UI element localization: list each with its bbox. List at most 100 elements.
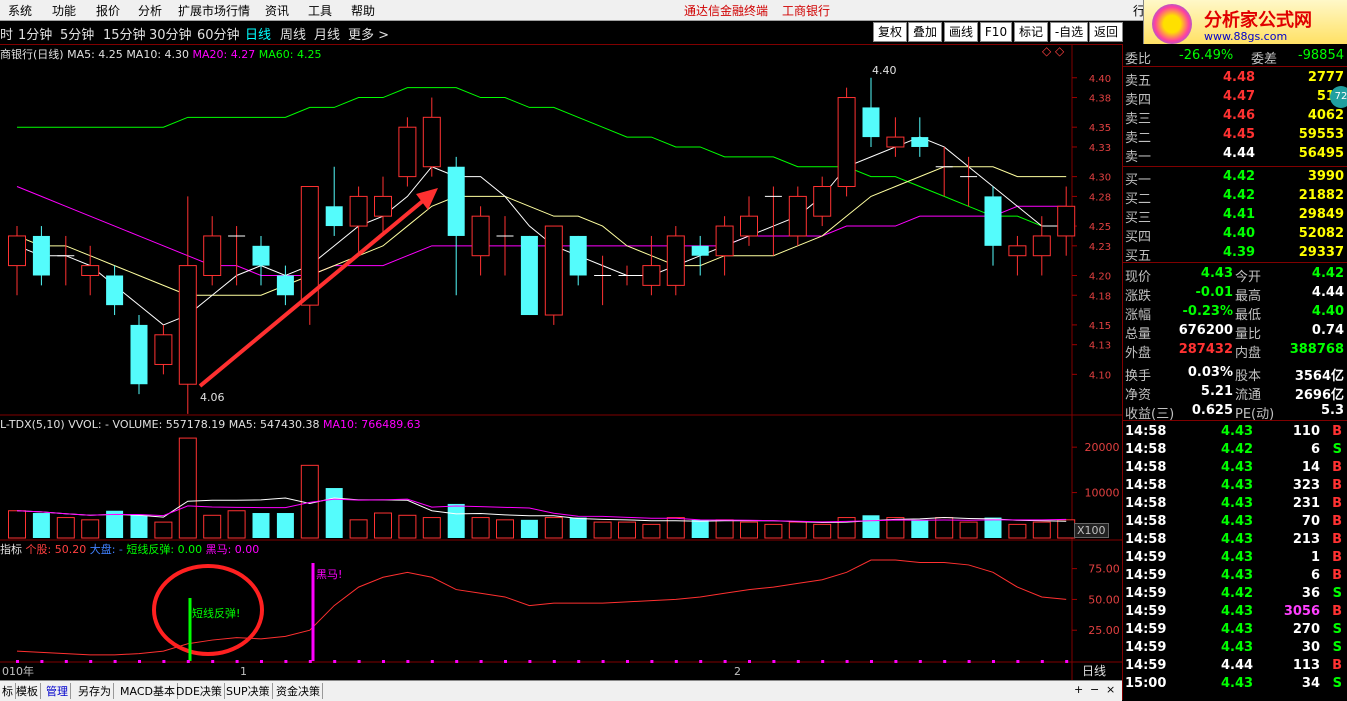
app-banner: 通达信金融终端	[684, 4, 769, 18]
indicator-title: 指标	[0, 543, 22, 556]
date-tick	[1016, 660, 1020, 663]
tick-volume: 70	[1301, 514, 1320, 529]
sell-row[interactable]: 卖三 4.46 4062	[1123, 108, 1347, 127]
buy-row[interactable]: 买四 4.40 52082	[1123, 226, 1347, 245]
tick-row[interactable]: 14:58 4.43 14 B	[1123, 460, 1347, 478]
menu-quote[interactable]: 报价	[96, 2, 120, 19]
period-1min[interactable]: 1分钟	[18, 24, 52, 43]
logo-star-icon	[1152, 4, 1192, 44]
tick-row[interactable]: 14:59 4.44 113 B	[1123, 658, 1347, 676]
volume-bar-up	[398, 514, 417, 539]
tick-time: 14:58	[1125, 424, 1167, 439]
candle-body-up	[471, 215, 490, 257]
menu-analysis[interactable]: 分析	[138, 2, 162, 19]
tab-save-as[interactable]: 另存为	[76, 683, 114, 699]
period-60min[interactable]: 60分钟	[197, 24, 240, 43]
chart-options-icon[interactable]: ◇ ◇	[1042, 44, 1064, 58]
stat-row[interactable]: 涨跌 -0.01 最高 4.44	[1123, 285, 1347, 304]
tab-dde[interactable]: DDE决策	[174, 683, 225, 699]
menu-tools[interactable]: 工具	[308, 2, 332, 19]
tick-time: 14:58	[1125, 532, 1167, 547]
back-button[interactable]: 返回	[1089, 22, 1123, 42]
menu-news[interactable]: 资讯	[265, 2, 289, 19]
volume-value: VOLUME: 557178.19	[112, 418, 226, 431]
tick-row[interactable]: 14:59 4.43 3056 B	[1123, 604, 1347, 622]
buy-row[interactable]: 买一 4.42 3990	[1123, 169, 1347, 188]
tick-row[interactable]: 14:58 4.43 231 B	[1123, 496, 1347, 514]
sell-row[interactable]: 卖一 4.44 56495	[1123, 146, 1347, 165]
add-tab-icon[interactable]: +	[1072, 683, 1085, 696]
stat-row[interactable]: 收益(三) 0.625 PE(动) 5.3	[1123, 403, 1347, 422]
adjust-button[interactable]: 复权	[873, 22, 907, 42]
stat-value: 4.43	[1200, 266, 1233, 281]
tick-row[interactable]: 14:58 4.42 6 S	[1123, 442, 1347, 460]
tab-sup[interactable]: SUP决策	[224, 683, 273, 699]
sell-row[interactable]: 卖二 4.45 59553	[1123, 127, 1347, 146]
period-daily[interactable]: 日线	[245, 24, 271, 43]
zoom-out-icon[interactable]: −	[1088, 683, 1101, 696]
price-tick-label: 4.30	[1089, 173, 1111, 184]
buy-row[interactable]: 买五 4.39 29337	[1123, 245, 1347, 264]
tick-row[interactable]: 14:59 4.43 1 B	[1123, 550, 1347, 568]
watchlist-button[interactable]: -自选	[1050, 22, 1088, 42]
tab-fund[interactable]: 资金决策	[274, 683, 323, 699]
sell-row[interactable]: 卖五 4.48 2777	[1123, 70, 1347, 89]
period-15min[interactable]: 15分钟	[103, 24, 146, 43]
tick-row[interactable]: 14:58 4.43 70 B	[1123, 514, 1347, 532]
period-weekly[interactable]: 周线	[280, 24, 306, 43]
tick-volume: 30	[1301, 640, 1320, 655]
tab-template[interactable]: 模板	[14, 683, 41, 699]
date-tick	[723, 660, 727, 663]
buy-row[interactable]: 买二 4.42 21882	[1123, 188, 1347, 207]
stat-row[interactable]: 净资 5.21 流通 2696亿	[1123, 384, 1347, 403]
tick-row[interactable]: 14:58 4.43 323 B	[1123, 478, 1347, 496]
tick-time: 14:59	[1125, 568, 1167, 583]
trend-arrow-head	[416, 188, 438, 210]
menu-help[interactable]: 帮助	[351, 2, 375, 19]
f10-button[interactable]: F10	[980, 22, 1012, 42]
panel-badge[interactable]: 72	[1330, 86, 1347, 108]
menu-system[interactable]: 系统	[8, 2, 32, 19]
stat-row[interactable]: 涨幅 -0.23% 最低 4.40	[1123, 304, 1347, 323]
tick-row[interactable]: 14:58 4.43 213 B	[1123, 532, 1347, 550]
tick-row[interactable]: 14:58 4.43 110 B	[1123, 424, 1347, 442]
tick-row[interactable]: 14:59 4.42 36 S	[1123, 586, 1347, 604]
menu-extended-market[interactable]: 扩展市场行情	[178, 2, 250, 19]
buy-row[interactable]: 买三 4.41 29849	[1123, 207, 1347, 226]
close-tab-icon[interactable]: ×	[1104, 683, 1117, 696]
sell-level-label: 卖五	[1125, 74, 1152, 89]
candle-body-up	[178, 265, 197, 385]
period-30min[interactable]: 30分钟	[149, 24, 192, 43]
tab-manage[interactable]: 管理	[44, 683, 71, 699]
date-tick	[528, 660, 532, 663]
ma10-legend: MA10: 4.30	[126, 48, 190, 61]
tick-time: 14:59	[1125, 622, 1167, 637]
tick-row[interactable]: 14:59 4.43 270 S	[1123, 622, 1347, 640]
stat-label: 流通	[1235, 388, 1262, 403]
tab-macd[interactable]: MACD基本	[118, 683, 178, 699]
period-more[interactable]: 更多 >	[348, 24, 389, 43]
period-time[interactable]: 时	[0, 24, 13, 43]
candle-body-up	[8, 235, 26, 267]
low-price-label: 4.06	[200, 391, 225, 404]
date-axis-month-1: 1	[240, 665, 247, 678]
period-monthly[interactable]: 月线	[314, 24, 340, 43]
stat-row[interactable]: 现价 4.43 今开 4.42	[1123, 266, 1347, 285]
candle-body-up	[422, 116, 441, 168]
tick-row[interactable]: 14:59 4.43 6 B	[1123, 568, 1347, 586]
date-tick	[479, 660, 483, 663]
stat-row[interactable]: 换手 0.03% 股本 3564亿	[1123, 365, 1347, 384]
draw-line-button[interactable]: 画线	[944, 22, 978, 42]
chart-area[interactable]: 4.40 4.38 4.35 4.33 4.30 4.28 4.25 4.23 4.20 4.18…	[0, 44, 1122, 680]
period-5min[interactable]: 5分钟	[60, 24, 94, 43]
mark-button[interactable]: 标记	[1014, 22, 1048, 42]
tick-volume: 34	[1301, 676, 1320, 691]
tick-row[interactable]: 15:00 4.43 34 S	[1123, 676, 1347, 694]
sell-row[interactable]: 卖四4.47515	[1123, 89, 1347, 108]
tick-row[interactable]: 14:59 4.43 30 S	[1123, 640, 1347, 658]
stat-row[interactable]: 总量 676200 量比 0.74	[1123, 323, 1347, 342]
stat-row[interactable]: 外盘 287432 内盘 388768	[1123, 342, 1347, 361]
webi-label: 委比	[1125, 52, 1152, 67]
menu-function[interactable]: 功能	[52, 2, 76, 19]
overlay-button[interactable]: 叠加	[908, 22, 942, 42]
